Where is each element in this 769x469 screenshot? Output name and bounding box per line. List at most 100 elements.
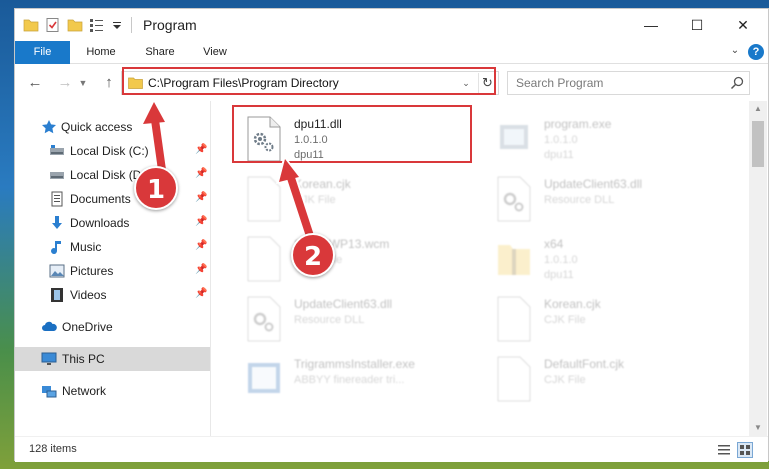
address-highlight-box bbox=[122, 67, 496, 95]
file-type: CJK File bbox=[544, 374, 586, 386]
scroll-down-arrow-icon[interactable]: ▼ bbox=[749, 420, 767, 436]
file-type: CJK File bbox=[544, 314, 586, 326]
documents-icon bbox=[51, 191, 63, 207]
file-name: UpdateClient63.dll bbox=[544, 177, 643, 191]
file-version: 1.0.1.0 bbox=[544, 254, 578, 266]
tab-home[interactable]: Home bbox=[75, 41, 127, 64]
search-input[interactable]: Search Program bbox=[507, 71, 750, 95]
sidebar-item-this-pc[interactable]: This PC bbox=[15, 347, 210, 371]
sidebar-item-documents[interactable]: Documents 📌 bbox=[15, 187, 210, 211]
file-item-updateclient63-dll[interactable]: UpdateClient63.dll Resource DLL bbox=[234, 291, 484, 347]
blank-file-icon bbox=[497, 296, 531, 342]
tab-file[interactable]: File bbox=[15, 41, 70, 64]
file-description: dpu11 bbox=[544, 149, 574, 161]
properties-check-icon[interactable] bbox=[45, 17, 61, 33]
file-type: Resource DLL bbox=[544, 194, 615, 206]
sidebar-item-label: Pictures bbox=[70, 264, 114, 278]
dll-gear-icon bbox=[247, 296, 281, 342]
file-item-program-exe[interactable]: program.exe 1.0.1.0 dpu11 bbox=[484, 111, 734, 167]
pin-icon[interactable]: 📌 bbox=[195, 288, 207, 300]
file-type: Resource DLL bbox=[294, 314, 365, 326]
pin-icon[interactable]: 📌 bbox=[195, 216, 207, 228]
sidebar-item-label: Network bbox=[62, 384, 107, 398]
file-item-updateclient63-dll[interactable]: UpdateClient63.dll Resource DLL bbox=[484, 171, 734, 227]
folder-zip-icon bbox=[498, 245, 530, 275]
drive-icon bbox=[50, 172, 64, 179]
file-name: DefaultFont.cjk bbox=[544, 357, 625, 371]
sidebar-item-downloads[interactable]: Downloads 📌 bbox=[15, 211, 210, 235]
pin-icon[interactable]: 📌 bbox=[195, 192, 207, 204]
forward-button[interactable]: → bbox=[55, 73, 75, 93]
star-icon bbox=[42, 120, 56, 134]
file-item-korean-cjk[interactable]: Korean.cjk CJK File bbox=[484, 291, 734, 347]
pin-icon[interactable]: 📌 bbox=[195, 144, 207, 156]
large-icons-view-icon[interactable] bbox=[737, 442, 753, 458]
details-view-icon[interactable] bbox=[717, 443, 731, 457]
file-item-x64[interactable]: x64 1.0.1.0 dpu11 bbox=[484, 231, 734, 287]
file-item-defaultfont-cjk[interactable]: DefaultFont.cjk CJK File bbox=[484, 351, 734, 407]
close-button[interactable]: ✕ bbox=[720, 9, 766, 41]
expand-ribbon-chevron-icon[interactable]: ⌄ bbox=[728, 45, 742, 59]
ribbon-tabs: File Home Share View ⌄ ? bbox=[15, 41, 768, 64]
dll-gear-icon bbox=[497, 176, 531, 222]
sidebar-item-label: Downloads bbox=[70, 216, 130, 230]
sidebar-item-music[interactable]: Music 📌 bbox=[15, 235, 210, 259]
sidebar-item-label: Local Disk (C:) bbox=[70, 144, 149, 158]
sidebar-item-quick-access[interactable]: Quick access bbox=[15, 115, 210, 139]
file-highlight-box bbox=[232, 105, 472, 163]
file-item-korean-cjk[interactable]: Korean.cjk CJK File bbox=[234, 171, 484, 227]
scrollbar-thumb[interactable] bbox=[752, 121, 764, 167]
recent-locations-chevron-icon[interactable]: ▼ bbox=[77, 73, 89, 93]
minimize-button[interactable]: — bbox=[628, 9, 674, 41]
file-description: dpu11 bbox=[544, 269, 574, 281]
sidebar-item-label: OneDrive bbox=[62, 320, 113, 334]
help-icon[interactable]: ? bbox=[748, 44, 764, 60]
file-item-trigrammsinstaller-exe[interactable]: TrigrammsInstaller.exe ABBYY finereader … bbox=[234, 351, 484, 407]
search-icon[interactable] bbox=[730, 76, 744, 90]
search-placeholder[interactable]: Search Program bbox=[516, 76, 603, 90]
maximize-button[interactable]: ☐ bbox=[674, 9, 720, 41]
up-button[interactable]: ↑ bbox=[99, 73, 119, 93]
file-name: UpdateClient63.dll bbox=[294, 297, 393, 311]
window-title: Program bbox=[143, 17, 197, 33]
back-button[interactable]: ← bbox=[25, 73, 45, 93]
sidebar-item-local-disk-d[interactable]: Local Disk (D:) 📌 bbox=[15, 163, 210, 187]
new-folder-icon[interactable] bbox=[67, 17, 83, 33]
pin-icon[interactable]: 📌 bbox=[195, 168, 207, 180]
music-icon bbox=[51, 241, 61, 255]
videos-icon bbox=[51, 288, 63, 302]
file-name: Korean.cjk bbox=[294, 177, 351, 191]
sidebar-item-network[interactable]: Network bbox=[15, 379, 210, 403]
drive-icon bbox=[50, 145, 64, 155]
sidebar-item-pictures[interactable]: Pictures 📌 bbox=[15, 259, 210, 283]
status-bar: 128 items bbox=[15, 436, 768, 462]
installer-icon bbox=[248, 363, 280, 393]
quick-access-dropdown-icon[interactable] bbox=[111, 17, 123, 33]
sidebar-item-label: Music bbox=[70, 240, 102, 254]
file-item-snaggwp13-wcm[interactable]: SnaggWP13.wcm WCM File bbox=[234, 231, 484, 287]
blank-file-icon bbox=[247, 176, 281, 222]
file-name: Korean.cjk bbox=[544, 297, 601, 311]
blank-file-icon bbox=[497, 356, 531, 402]
pin-icon[interactable]: 📌 bbox=[195, 264, 207, 276]
scroll-up-arrow-icon[interactable]: ▲ bbox=[749, 101, 767, 117]
customize-toolbar-icon[interactable] bbox=[89, 17, 105, 33]
file-name: program.exe bbox=[544, 117, 612, 131]
file-name: x64 bbox=[544, 237, 564, 251]
pictures-icon bbox=[49, 264, 65, 278]
sidebar-item-videos[interactable]: Videos 📌 bbox=[15, 283, 210, 307]
sidebar-item-label: This PC bbox=[62, 352, 105, 366]
file-version: 1.0.1.0 bbox=[544, 134, 578, 146]
sidebar-item-label: Quick access bbox=[61, 120, 133, 134]
step-2-badge: 2 bbox=[291, 233, 335, 277]
cloud-icon bbox=[42, 321, 57, 331]
network-icon bbox=[42, 386, 57, 398]
sidebar-item-local-disk-c[interactable]: Local Disk (C:) 📌 bbox=[15, 139, 210, 163]
pin-icon[interactable]: 📌 bbox=[195, 240, 207, 252]
folder-icon[interactable] bbox=[23, 17, 39, 33]
tab-view[interactable]: View bbox=[193, 41, 237, 64]
vertical-scrollbar[interactable]: ▲ ▼ bbox=[749, 101, 767, 436]
tab-share[interactable]: Share bbox=[135, 41, 185, 64]
file-type: CJK File bbox=[294, 194, 336, 206]
sidebar-item-onedrive[interactable]: OneDrive bbox=[15, 315, 210, 339]
